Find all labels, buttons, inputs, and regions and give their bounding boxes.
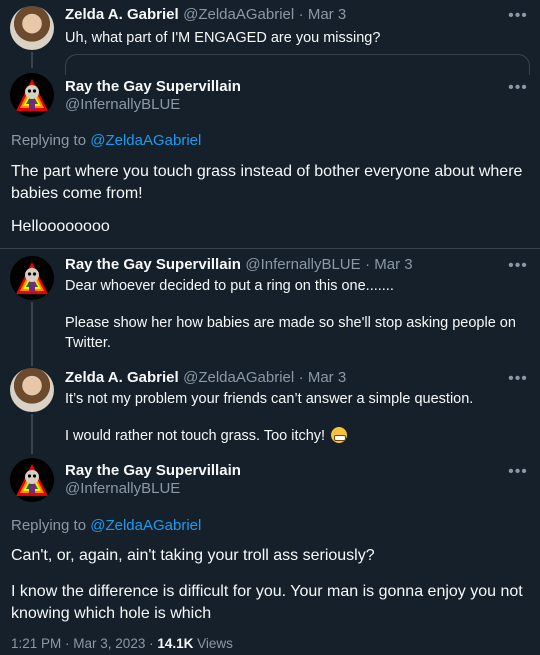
replying-to-handle[interactable]: @ZeldaAGabriel (90, 517, 201, 534)
author-handle[interactable]: @ZeldaAGabriel (183, 6, 294, 23)
author-name[interactable]: Ray the Gay Supervillain (65, 256, 241, 273)
grimacing-emoji-icon (331, 427, 348, 443)
rainbow-skull-icon (16, 79, 48, 111)
more-icon[interactable]: ••• (508, 464, 528, 480)
rainbow-skull-icon (16, 464, 48, 496)
tweet-date[interactable]: · Mar 3 (299, 6, 347, 23)
tweet-date[interactable]: · Mar 3 (299, 369, 347, 386)
tweet-date[interactable]: · Mar 3, 2023 · (65, 636, 154, 651)
views-label: Views (197, 636, 233, 651)
more-icon[interactable]: ••• (508, 80, 528, 96)
tweet-text: The part where you touch grass instead o… (11, 163, 523, 202)
author-name[interactable]: Zelda A. Gabriel (65, 6, 179, 23)
tweet-time[interactable]: 1:21 PM (11, 636, 61, 651)
tweet-text-2: I would rather not touch grass. Too itch… (65, 428, 326, 444)
avatar[interactable] (10, 458, 54, 502)
author-name[interactable]: Ray the Gay Supervillain (65, 462, 241, 479)
tweet-text-2-wrap: I would rather not touch grass. Too itch… (65, 426, 525, 446)
tweet-meta: 1:21 PM · Mar 3, 2023 · 14.1K Views (11, 636, 233, 651)
thread-line (31, 302, 33, 366)
more-icon[interactable]: ••• (508, 371, 528, 387)
author-handle[interactable]: @InfernallyBLUE (245, 256, 360, 273)
card-border (65, 54, 530, 75)
avatar[interactable] (10, 256, 54, 300)
author-handle[interactable]: @ZeldaAGabriel (183, 369, 294, 386)
tweet-text-2: Please show her how babies are made so s… (65, 315, 516, 351)
thread-line (31, 414, 33, 454)
tweet-text: Can't, or, again, ain't taking your trol… (11, 547, 375, 564)
more-icon[interactable]: ••• (508, 8, 528, 24)
avatar[interactable] (10, 73, 54, 117)
replying-to: Replying to @ZeldaAGabriel (11, 132, 201, 149)
tweet-text: Uh, what part of I'M ENGAGED are you mis… (65, 30, 381, 46)
replying-to-handle[interactable]: @ZeldaAGabriel (90, 132, 201, 149)
author-handle[interactable]: @InfernallyBLUE (65, 480, 180, 497)
replying-to-label: Replying to (11, 132, 87, 149)
author-handle[interactable]: @InfernallyBLUE (65, 96, 180, 113)
tweet-text-2: Helloooooooo (11, 218, 110, 235)
rainbow-skull-icon (16, 262, 48, 294)
replying-to: Replying to @ZeldaAGabriel (11, 517, 201, 534)
divider (0, 248, 540, 249)
author-name[interactable]: Ray the Gay Supervillain (65, 78, 241, 95)
avatar[interactable] (10, 368, 54, 412)
author-name[interactable]: Zelda A. Gabriel (65, 369, 179, 386)
tweet-text: It’s not my problem your friends can’t a… (65, 391, 474, 407)
tweet-text: Dear whoever decided to put a ring on th… (65, 278, 394, 294)
avatar[interactable] (10, 6, 54, 50)
more-icon[interactable]: ••• (508, 258, 528, 274)
tweet-date[interactable]: · Mar 3 (365, 256, 413, 273)
tweet-text-2: I know the difference is difficult for y… (11, 583, 523, 622)
replying-to-label: Replying to (11, 517, 87, 534)
views-count: 14.1K (157, 636, 194, 651)
thread-line (31, 52, 33, 68)
